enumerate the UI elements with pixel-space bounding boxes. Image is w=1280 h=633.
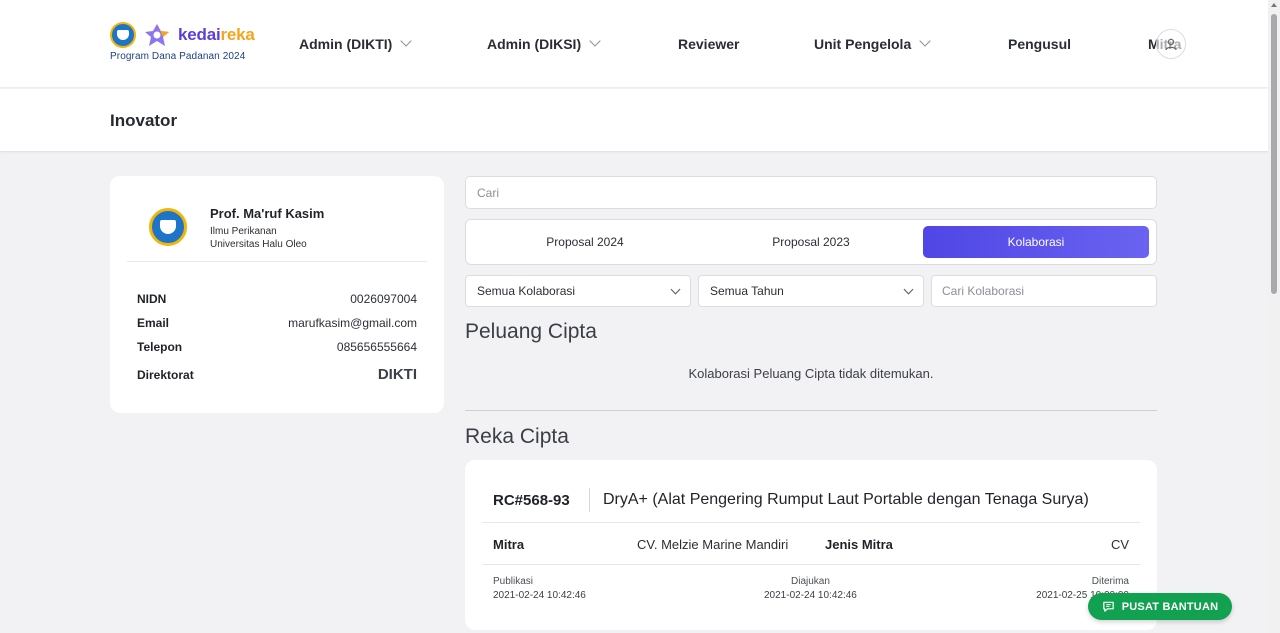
profile-card: Prof. Ma'ruf Kasim Ilmu Perikanan Univer… [110,176,444,413]
chevron-down-icon [670,284,681,294]
vertical-divider [589,488,590,512]
field-value: 0026097004 [350,292,417,306]
jenis-mitra-label: Jenis Mitra [825,537,893,552]
field-label: Email [137,316,170,330]
profile-field-nidn: NIDN 0026097004 [137,292,417,306]
scrollbar-thumb[interactable] [1271,14,1277,294]
chevron-down-icon [919,35,931,47]
profile-field-telepon: Telepon 085656555664 [137,340,417,354]
profile-field-direktorat: Direktorat DIKTI [137,366,417,383]
mitra-value: CV. Melzie Marine Mandiri [637,537,789,552]
profile-header: Prof. Ma'ruf Kasim Ilmu Perikanan Univer… [127,192,427,262]
section-divider [465,410,1157,411]
page-scrollbar[interactable] [1268,0,1280,633]
nav-item-label: Admin (DIKTI) [299,36,393,52]
nav-item-admin-diksi[interactable]: Admin (DIKSI) [487,35,601,52]
search-input[interactable] [465,176,1157,209]
field-label: NIDN [137,292,167,306]
page-title: Inovator [110,111,178,130]
tab-kolaborasi[interactable]: Kolaborasi [923,226,1149,258]
profile-name: Prof. Ma'ruf Kasim [210,206,325,221]
collaboration-code: RC#568-93 [493,492,570,509]
mitra-label: Mitra [493,537,525,552]
chevron-down-icon [903,284,914,294]
kedaireka-mark-icon [142,22,172,48]
diajukan-date: 2021-02-24 10:42:46 [764,590,857,601]
nav-item-pengusul[interactable]: Pengusul [1008,36,1071,52]
nav-item-label: Admin (DIKSI) [487,36,582,52]
field-value: marufkasim@gmail.com [288,316,417,330]
select-value: Semua Kolaborasi [477,284,576,298]
nav-item-label: Reviewer [678,36,740,52]
brand-subtitle: Program Dana Padanan 2024 [110,51,246,62]
institution-logo-icon [149,208,187,246]
section-title-reka-cipta: Reka Cipta [465,425,569,448]
diajukan-label: Diajukan [791,576,830,587]
brand-wordmark-part2: reka [220,25,255,44]
field-value: 085656555664 [336,340,417,354]
collaboration-card[interactable]: RC#568-93 DryA+ (Alat Pengering Rumput L… [465,460,1157,630]
card-divider [482,522,1140,523]
scroll-up-arrow-icon[interactable] [1271,3,1277,7]
top-navbar: kedaireka Program Dana Padanan 2024 Admi… [0,0,1268,88]
nav-item-admin-dikti[interactable]: Admin (DIKTI) [299,35,412,52]
profile-university: Universitas Halu Oleo [210,239,307,250]
year-select[interactable]: Semua Tahun [698,275,924,307]
tab-proposal-2023[interactable]: Proposal 2023 [698,226,924,258]
jenis-mitra-value: CV [1110,537,1129,552]
user-menu-button[interactable] [1156,29,1186,59]
field-value: DIKTI [377,366,417,383]
field-label: Direktorat [137,367,194,382]
tab-bar: Proposal 2024 Proposal 2023 Kolaborasi [465,219,1157,265]
select-value: Semua Tahun [710,284,784,298]
brand-logo[interactable]: kedaireka Program Dana Padanan 2024 [110,22,255,62]
nav-item-reviewer[interactable]: Reviewer [678,36,739,52]
help-center-button[interactable]: PUSAT BANTUAN [1088,593,1232,620]
diterima-label: Diterima [1091,576,1129,587]
nav-item-unit-pengelola[interactable]: Unit Pengelola [814,35,931,52]
brand-wordmark: kedaireka [178,25,255,45]
card-divider [482,564,1140,565]
field-label: Telepon [137,340,183,354]
tab-proposal-2024[interactable]: Proposal 2024 [472,226,698,258]
section-title-peluang-cipta: Peluang Cipta [465,320,597,343]
brand-wordmark-part1: kedai [178,25,221,44]
page-title-bar: Inovator [0,89,1268,152]
empty-state-message: Kolaborasi Peluang Cipta tidak ditemukan… [688,366,934,381]
collaboration-type-select[interactable]: Semua Kolaborasi [465,275,691,307]
help-button-label: PUSAT BANTUAN [1121,600,1219,613]
chevron-down-icon [400,35,412,47]
collaboration-title: DryA+ (Alat Pengering Rumput Laut Portab… [603,491,1089,508]
nav-item-label: Pengusul [1008,36,1072,52]
nav-item-label: Unit Pengelola [814,36,912,52]
collaboration-search-input[interactable] [931,275,1157,307]
publikasi-label: Publikasi [493,576,534,587]
user-icon [1165,38,1177,51]
chevron-down-icon [589,35,601,47]
tut-wuri-handayani-logo-icon [110,22,136,48]
chat-icon [1102,601,1114,612]
publikasi-date: 2021-02-24 10:42:46 [493,590,586,601]
profile-department: Ilmu Perikanan [210,226,277,237]
profile-field-email: Email marufkasim@gmail.com [137,316,417,330]
